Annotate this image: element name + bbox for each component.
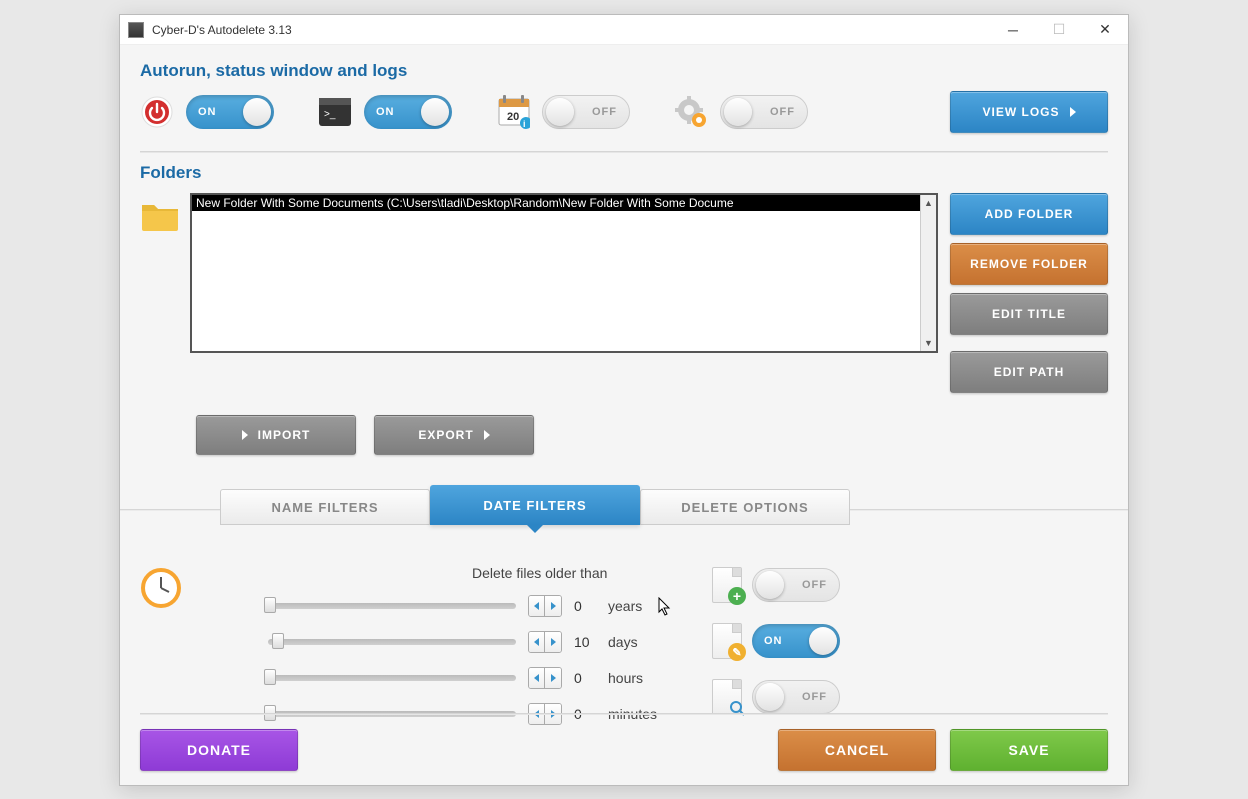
days-spinner[interactable] [528,631,562,653]
app-window: Cyber-D's Autodelete 3.13 ─ ☐ ✕ Autorun,… [119,14,1129,786]
autorun-heading: Autorun, status window and logs [140,61,1108,81]
chevron-right-icon [1070,107,1076,117]
divider [140,151,1108,153]
save-button[interactable]: SAVE [950,729,1108,771]
close-button[interactable]: ✕ [1082,15,1128,45]
edit-title-button[interactable]: EDIT TITLE [950,293,1108,335]
gear-icon [674,95,708,129]
hours-slider[interactable] [268,675,516,681]
chevron-right-icon [242,430,248,440]
hours-label: hours [608,670,643,686]
status-window-toggle[interactable]: ON [364,95,452,129]
file-modified-icon: ✎ [712,623,742,659]
chevron-right-icon [484,430,490,440]
schedule-toggle[interactable]: OFF [542,95,630,129]
power-icon [140,95,174,129]
file-created-toggle[interactable]: OFF [752,568,840,602]
tab-date-filters[interactable]: DATE FILTERS [430,485,640,525]
folder-buttons: ADD FOLDER REMOVE FOLDER EDIT TITLE EDIT… [950,193,1108,393]
clock-icon [140,567,182,609]
folder-list[interactable]: New Folder With Some Documents (C:\Users… [190,193,938,353]
scroll-down-icon[interactable]: ▼ [921,335,936,351]
app-icon [128,22,144,38]
add-folder-button[interactable]: ADD FOLDER [950,193,1108,235]
donate-button[interactable]: DONATE [140,729,298,771]
file-modified-toggle[interactable]: ON [752,624,840,658]
file-accessed-toggle[interactable]: OFF [752,680,840,714]
maximize-button[interactable]: ☐ [1036,15,1082,45]
years-label: years [608,598,642,614]
export-button[interactable]: EXPORT [374,415,534,455]
folder-icon [140,197,180,233]
autorun-row: ON >_ ON 20 i OFF OFF VIEW LOGS [140,91,1108,133]
svg-text:i: i [523,119,526,129]
hours-row: 0 hours [192,667,692,689]
days-label: days [608,634,638,650]
date-filter-title: Delete files older than [472,565,692,581]
titlebar: Cyber-D's Autodelete 3.13 ─ ☐ ✕ [120,15,1128,45]
svg-text:>_: >_ [324,109,336,120]
remove-folder-button[interactable]: REMOVE FOLDER [950,243,1108,285]
years-spinner[interactable] [528,595,562,617]
autorun-toggle[interactable]: ON [186,95,274,129]
import-button[interactable]: IMPORT [196,415,356,455]
days-row: 10 days [192,631,692,653]
years-row: 0 years [192,595,692,617]
file-created-icon: + [712,567,742,603]
calendar-icon: 20 i [496,95,530,129]
tab-name-filters[interactable]: NAME FILTERS [220,489,430,525]
days-value: 10 [574,634,596,650]
terminal-icon: >_ [318,95,352,129]
scrollbar[interactable]: ▲ ▼ [920,195,936,351]
file-accessed-icon [712,679,742,715]
view-logs-button[interactable]: VIEW LOGS [950,91,1108,133]
hours-spinner[interactable] [528,667,562,689]
window-title: Cyber-D's Autodelete 3.13 [152,23,990,37]
divider [140,713,1108,715]
tabs: NAME FILTERS DATE FILTERS DELETE OPTIONS [220,485,1108,525]
folders-heading: Folders [140,163,1108,183]
years-slider[interactable] [268,603,516,609]
footer: DONATE CANCEL SAVE [140,729,1108,771]
hours-value: 0 [574,670,596,686]
days-slider[interactable] [268,639,516,645]
edit-path-button[interactable]: EDIT PATH [950,351,1108,393]
tab-delete-options[interactable]: DELETE OPTIONS [640,489,850,525]
cancel-button[interactable]: CANCEL [778,729,936,771]
folder-list-item[interactable]: New Folder With Some Documents (C:\Users… [192,195,936,211]
svg-text:20: 20 [507,111,519,123]
years-value: 0 [574,598,596,614]
minimize-button[interactable]: ─ [990,15,1036,45]
settings-toggle[interactable]: OFF [720,95,808,129]
scroll-up-icon[interactable]: ▲ [921,195,936,211]
